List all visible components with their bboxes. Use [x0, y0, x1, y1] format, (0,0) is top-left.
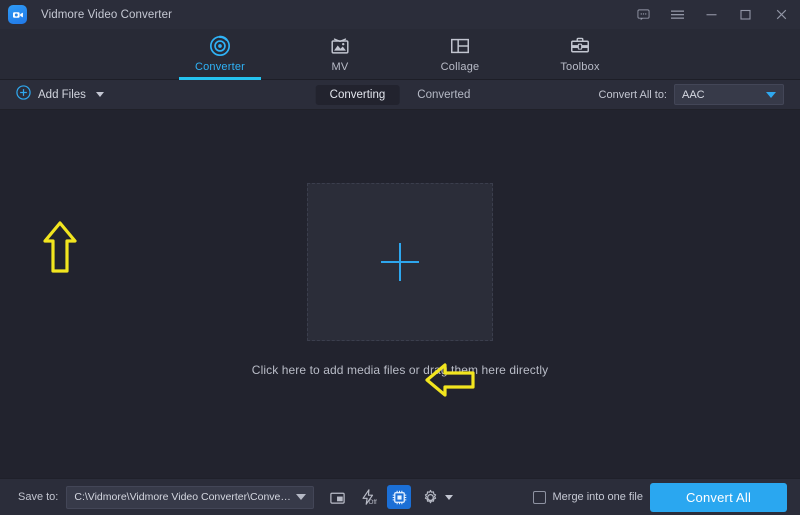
open-folder-button[interactable] — [325, 485, 349, 509]
preferences-group — [418, 485, 453, 509]
app-title: Vidmore Video Converter — [41, 9, 172, 21]
segment-converting[interactable]: Converting — [316, 85, 400, 105]
preferences-button[interactable] — [418, 485, 442, 509]
toolbox-icon — [569, 33, 591, 58]
chevron-down-icon[interactable] — [296, 494, 306, 500]
picture-frame-icon — [329, 33, 351, 58]
media-dropzone[interactable] — [307, 183, 493, 341]
hardware-speed-button[interactable]: Off — [356, 485, 380, 509]
arrow-left-annotation — [425, 361, 475, 399]
dropzone-caption: Click here to add media files or drag th… — [252, 363, 548, 377]
menu-button[interactable] — [660, 0, 694, 29]
arrow-up-annotation — [42, 221, 78, 273]
minimize-button[interactable] — [694, 0, 728, 29]
chevron-down-icon[interactable] — [445, 495, 453, 500]
tab-converter-label: Converter — [195, 61, 245, 73]
application-window: Vidmore Video Converter — [0, 0, 800, 515]
converter-toolbar: Add Files Converting Converted Convert A… — [0, 80, 800, 110]
output-format-value: AAC — [682, 89, 705, 101]
tab-converter[interactable]: Converter — [179, 29, 261, 80]
collage-grid-icon — [449, 33, 471, 58]
plus-icon-bar — [381, 261, 419, 263]
segment-converted[interactable]: Converted — [403, 85, 484, 105]
add-files-button[interactable]: Add Files — [16, 85, 104, 105]
main-navigation: Converter MV — [0, 29, 800, 80]
gpu-acceleration-button[interactable] — [387, 485, 411, 509]
plus-circle-icon — [16, 85, 31, 105]
merge-into-one-file-label: Merge into one file — [553, 491, 644, 503]
tab-mv-label: MV — [332, 61, 349, 73]
save-to-path-value: C:\Vidmore\Vidmore Video Converter\Conve… — [74, 491, 291, 503]
feedback-button[interactable] — [626, 0, 660, 29]
chevron-down-icon — [766, 92, 776, 98]
chevron-down-icon[interactable] — [96, 92, 104, 97]
output-format-select[interactable]: AAC — [674, 84, 784, 105]
tab-mv[interactable]: MV — [299, 29, 381, 80]
checkbox-box[interactable] — [533, 491, 546, 504]
app-logo-icon — [8, 5, 27, 24]
converter-circle-icon — [209, 33, 231, 58]
tab-toolbox[interactable]: Toolbox — [539, 29, 621, 80]
convert-all-button[interactable]: Convert All — [650, 483, 787, 512]
tab-collage-label: Collage — [441, 61, 480, 73]
tab-toolbox-label: Toolbox — [560, 61, 599, 73]
maximize-button[interactable] — [728, 0, 762, 29]
status-segment-tabs: Converting Converted — [316, 85, 485, 105]
window-controls — [626, 0, 800, 29]
merge-into-one-file-checkbox[interactable]: Merge into one file — [533, 491, 644, 504]
main-content: Click here to add media files or drag th… — [0, 110, 800, 478]
svg-text:Off: Off — [369, 499, 378, 506]
tab-collage[interactable]: Collage — [419, 29, 501, 80]
title-bar: Vidmore Video Converter — [0, 0, 800, 29]
save-to-label: Save to: — [18, 491, 58, 503]
bottom-bar: Save to: C:\Vidmore\Vidmore Video Conver… — [0, 478, 800, 515]
convert-all-to-group: Convert All to: AAC — [599, 84, 784, 105]
add-files-label: Add Files — [38, 89, 86, 101]
convert-all-to-label: Convert All to: — [599, 89, 667, 101]
save-to-path-input[interactable]: C:\Vidmore\Vidmore Video Converter\Conve… — [66, 486, 314, 509]
close-button[interactable] — [762, 0, 800, 29]
